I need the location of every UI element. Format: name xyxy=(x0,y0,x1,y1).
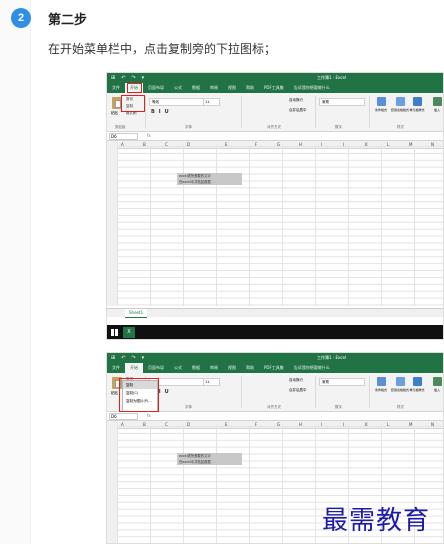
wrap-text-button[interactable]: 自动换行 xyxy=(289,378,303,383)
group-styles: 样式 xyxy=(397,405,404,409)
format-table-icon[interactable] xyxy=(396,97,405,106)
step-description: 在开始菜单栏中，点击复制旁的下拉图标； xyxy=(48,42,277,56)
tab-pdf[interactable]: PDF工具集 xyxy=(259,363,289,373)
tab-pdf[interactable]: PDF工具集 xyxy=(259,83,289,93)
tab-file[interactable]: 文件 xyxy=(107,363,125,373)
excel-title-bar: ⊞↶↷▾ 工作簿1 - Excel xyxy=(107,353,443,363)
windows-start-icon[interactable] xyxy=(111,329,118,336)
ribbon-home: 粘贴 剪切 复制 格式刷 等线 11 BIU 自动换行 合并后居中 常规 条件格… xyxy=(107,93,443,132)
font-name-select[interactable]: 等线 xyxy=(149,98,205,106)
tab-help[interactable]: 帮助 xyxy=(241,363,259,373)
group-number: 数字 xyxy=(335,125,342,129)
quick-access-icons[interactable]: ⊞↶↷▾ xyxy=(111,73,150,83)
tab-formulas[interactable]: 公式 xyxy=(169,83,187,93)
cell-d7[interactable]: 在excel中并粘贴数据 xyxy=(177,179,242,185)
highlight-home-tab xyxy=(127,83,142,93)
separator xyxy=(369,96,370,128)
step-title: 第二步 xyxy=(48,12,88,27)
font-size-select[interactable]: 11 xyxy=(203,378,220,386)
group-alignment: 对齐方式 xyxy=(267,125,281,129)
window-title: 工作簿1 - Excel xyxy=(317,75,347,80)
conditional-format-icon[interactable] xyxy=(377,377,386,386)
tab-page-layout[interactable]: 页面布局 xyxy=(143,83,169,93)
ribbon-tabs: 文件 开始 页面布局 公式 数据 审阅 视图 帮助 PDF工具集 告诉我你想要做什么 xyxy=(107,83,443,93)
format-table-icon[interactable] xyxy=(396,377,405,386)
excel-title-bar: ⊞↶↷▾ 工作簿1 - Excel xyxy=(107,73,443,83)
quick-access-icons[interactable]: ⊞↶↷▾ xyxy=(111,353,150,363)
insert-label: 插入 xyxy=(433,388,440,392)
tab-formulas[interactable]: 公式 xyxy=(169,363,187,373)
name-box[interactable]: D6 xyxy=(109,133,138,140)
number-format-select[interactable]: 常规 xyxy=(319,98,365,106)
font-format-buttons[interactable]: BIU xyxy=(151,109,173,115)
wrap-text-button[interactable]: 自动换行 xyxy=(289,98,303,103)
insert-icon[interactable] xyxy=(433,97,442,106)
sheet-tabs-bar: Sheet1 xyxy=(107,308,443,318)
merge-center-button[interactable]: 合并后居中 xyxy=(289,388,307,393)
ribbon-tabs: 文件 开始 页面布局 公式 数据 审阅 视图 帮助 PDF工具集 告诉我你想要做什么 xyxy=(107,363,443,373)
insert-icon[interactable] xyxy=(433,377,442,386)
group-font: 字体 xyxy=(185,125,192,129)
row-numbers xyxy=(107,146,117,306)
watermark-logo: 最需教育 xyxy=(322,506,431,536)
group-alignment: 对齐方式 xyxy=(267,405,281,409)
left-gutter xyxy=(0,0,31,544)
insert-label: 插入 xyxy=(433,108,440,112)
window-title: 工作簿1 - Excel xyxy=(317,355,347,360)
step-number-badge: 2 xyxy=(11,8,31,28)
tab-data[interactable]: 数据 xyxy=(187,83,205,93)
separator xyxy=(241,96,242,128)
tab-home[interactable]: 开始 xyxy=(125,363,143,373)
sheet-tab[interactable]: Sheet1 xyxy=(125,309,148,318)
name-box[interactable]: D6 xyxy=(109,413,138,420)
fx-label: fx xyxy=(147,133,151,138)
windows-taskbar: X xyxy=(107,325,443,339)
paste-label: 粘贴 xyxy=(111,111,118,115)
paste-label: 粘贴 xyxy=(111,391,118,395)
tell-me-search[interactable]: 告诉我你想要做什么 xyxy=(289,83,335,93)
excel-taskbar-icon[interactable]: X xyxy=(123,327,135,338)
formula-bar: D6 fx xyxy=(107,132,443,141)
tab-review[interactable]: 审阅 xyxy=(205,363,223,373)
cell-styles-icon[interactable] xyxy=(413,377,422,386)
tab-view[interactable]: 视图 xyxy=(223,83,241,93)
tab-file[interactable]: 文件 xyxy=(107,83,125,93)
merge-center-button[interactable]: 合并后居中 xyxy=(289,108,307,113)
row-numbers xyxy=(107,426,117,543)
group-number: 数字 xyxy=(335,405,342,409)
separator xyxy=(369,376,370,408)
group-clipboard: 剪贴板 xyxy=(115,125,126,129)
formula-bar: D6 fx xyxy=(107,412,443,421)
fx-label: fx xyxy=(147,413,151,418)
tab-review[interactable]: 审阅 xyxy=(205,83,223,93)
tab-help[interactable]: 帮助 xyxy=(241,83,259,93)
group-styles: 样式 xyxy=(397,125,404,129)
tab-view[interactable]: 视图 xyxy=(223,363,241,373)
tab-page-layout[interactable]: 页面布局 xyxy=(143,363,169,373)
group-font: 字体 xyxy=(185,405,192,409)
cell-styles-label: 单元格样式 xyxy=(409,388,425,392)
number-format-select[interactable]: 常规 xyxy=(319,378,365,386)
separator xyxy=(315,376,316,408)
conditional-format-label: 条件格式 xyxy=(374,388,387,392)
separator xyxy=(315,96,316,128)
conditional-format-label: 条件格式 xyxy=(374,108,387,112)
cell-styles-label: 单元格样式 xyxy=(409,108,425,112)
highlight-copy-dropdown xyxy=(119,378,159,412)
worksheet-grid[interactable] xyxy=(117,146,443,306)
conditional-format-icon[interactable] xyxy=(377,97,386,106)
tab-data[interactable]: 数据 xyxy=(187,363,205,373)
highlight-copy-group xyxy=(121,95,145,112)
tell-me-search[interactable]: 告诉我你想要做什么 xyxy=(289,363,335,373)
separator xyxy=(145,96,146,128)
excel-screenshot-1: ⊞↶↷▾ 工作簿1 - Excel 文件 开始 页面布局 公式 数据 审阅 视图 帮助 PDF工… xyxy=(106,72,444,340)
separator xyxy=(241,376,242,408)
cell-d7[interactable]: 在excel中并粘贴数据 xyxy=(177,459,242,465)
cell-styles-icon[interactable] xyxy=(413,97,422,106)
font-size-select[interactable]: 11 xyxy=(203,98,220,106)
